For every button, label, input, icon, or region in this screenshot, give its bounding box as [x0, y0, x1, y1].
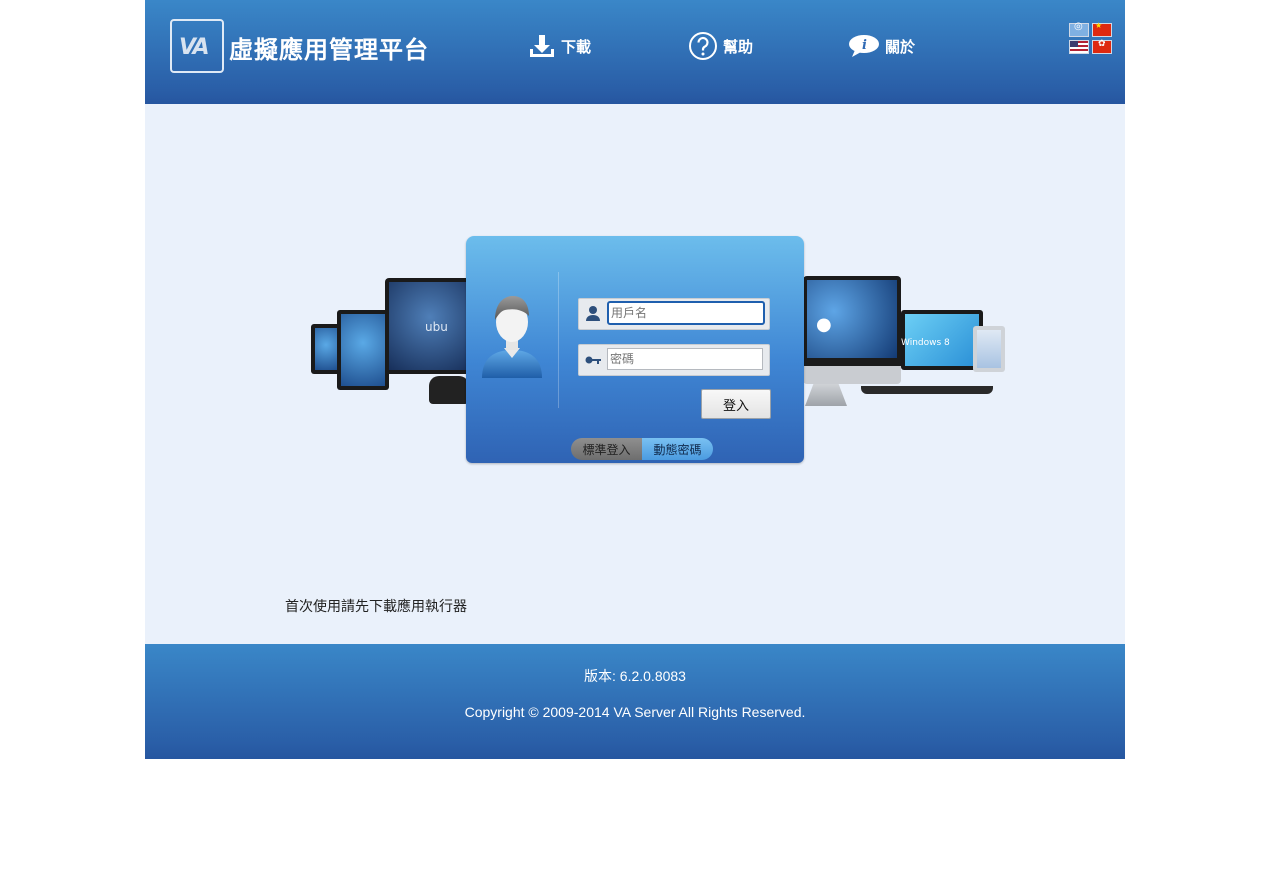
logo-text: VA — [179, 35, 210, 60]
app-title: 虛擬應用管理平台 — [229, 36, 429, 64]
monitor-stand — [429, 376, 469, 404]
imac-stand — [805, 384, 847, 406]
app-container: VA 虛擬應用管理平台 下載 幫助 i 關於 ◎ ★ ✿ ubu ● Windo… — [145, 0, 1125, 759]
username-input[interactable] — [607, 301, 765, 325]
download-icon — [530, 35, 554, 57]
password-field — [578, 344, 770, 376]
header: VA 虛擬應用管理平台 下載 幫助 i 關於 — [145, 0, 1125, 104]
nav-help[interactable]: 幫助 — [688, 30, 753, 62]
login-mode-toggle: 標準登入 動態密碼 — [571, 438, 713, 460]
nav-about-label: 關於 — [885, 37, 916, 56]
apple-logo-icon: ● — [816, 314, 832, 335]
tab-standard-login[interactable]: 標準登入 — [571, 438, 642, 460]
device-tablet-right-image — [973, 326, 1005, 372]
password-input[interactable] — [607, 348, 763, 370]
login-panel: 登入 標準登入 動態密碼 — [466, 236, 804, 463]
main-content: ubu ● Windows 8 用戶名 登入 標準登入 動態密碼 首次使用請先下… — [145, 104, 1125, 644]
cn-flag-icon[interactable] — [1092, 21, 1112, 37]
version-text: 版本: 6.2.0.8083 — [584, 668, 686, 684]
key-icon — [585, 356, 601, 364]
imac-chin — [803, 366, 901, 384]
help-icon — [689, 32, 717, 60]
login-button[interactable]: 登入 — [701, 389, 771, 419]
un-language-icon[interactable] — [1069, 21, 1089, 37]
copyright-text: Copyright © 2009-2014 VA Server All Righ… — [464, 704, 806, 720]
download-hint-link[interactable]: 首次使用請先下載應用執行器 — [285, 596, 467, 616]
user-icon — [586, 306, 600, 321]
svg-text:i: i — [862, 38, 867, 53]
user-avatar-icon — [482, 296, 542, 378]
hk-flag-icon[interactable] — [1092, 39, 1112, 54]
footer: 版本: 6.2.0.8083 Copyright © 2009-2014 VA … — [145, 644, 1125, 759]
nav-download[interactable]: 下載 — [528, 30, 591, 62]
tab-dynamic-password[interactable]: 動態密碼 — [642, 438, 713, 460]
username-field — [578, 298, 770, 330]
nav-about[interactable]: i 關於 — [848, 30, 915, 62]
nav-download-label: 下載 — [561, 37, 592, 56]
device-tablet-image — [337, 310, 389, 390]
logo: VA — [170, 19, 224, 73]
ubuntu-label: ubu — [425, 320, 448, 334]
windows-label: Windows 8 — [901, 338, 950, 348]
us-flag-icon[interactable] — [1069, 40, 1089, 54]
info-bubble-icon: i — [849, 35, 879, 57]
laptop-base — [861, 386, 993, 394]
panel-divider — [558, 272, 559, 408]
nav-help-label: 幫助 — [723, 37, 754, 56]
